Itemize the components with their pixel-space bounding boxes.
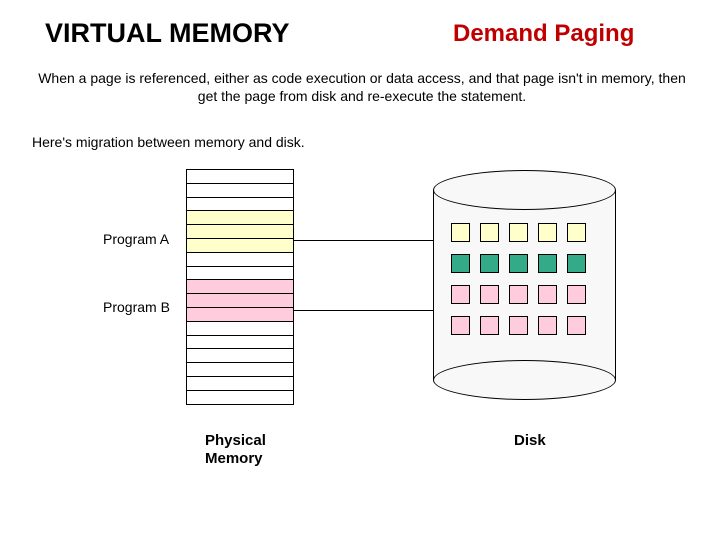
memory-row bbox=[187, 377, 293, 391]
disk-page-cell bbox=[480, 316, 499, 335]
disk-page-row bbox=[451, 223, 601, 242]
memory-row bbox=[187, 198, 293, 212]
disk-page-cell bbox=[451, 223, 470, 242]
disk-label: Disk bbox=[514, 432, 546, 449]
disk-page-cell bbox=[451, 316, 470, 335]
physical-memory-diagram bbox=[186, 169, 294, 405]
disk-page-cell bbox=[538, 254, 557, 273]
memory-row bbox=[187, 391, 293, 405]
disk-page-cell bbox=[567, 285, 586, 304]
disk-page-cell bbox=[480, 285, 499, 304]
disk-page-cell bbox=[480, 223, 499, 242]
disk-page-cell bbox=[567, 223, 586, 242]
program-a-label: Program A bbox=[103, 231, 169, 247]
memory-row bbox=[187, 294, 293, 308]
memory-row bbox=[187, 349, 293, 363]
memory-row bbox=[187, 253, 293, 267]
disk-page-cell bbox=[509, 316, 528, 335]
memory-row bbox=[187, 308, 293, 322]
memory-row bbox=[187, 322, 293, 336]
disk-page-cell bbox=[509, 223, 528, 242]
program-b-label: Program B bbox=[103, 299, 170, 315]
memory-row bbox=[187, 336, 293, 350]
memory-row bbox=[187, 170, 293, 184]
disk-page-row bbox=[451, 254, 601, 273]
disk-page-cell bbox=[451, 254, 470, 273]
memory-row bbox=[187, 280, 293, 294]
connector-line bbox=[294, 310, 433, 311]
disk-cylinder-top bbox=[433, 170, 616, 210]
disk-page-cell bbox=[567, 316, 586, 335]
memory-row bbox=[187, 184, 293, 198]
memory-row bbox=[187, 211, 293, 225]
physical-memory-label: PhysicalMemory bbox=[205, 432, 266, 468]
page-subtitle: Demand Paging bbox=[453, 20, 634, 48]
disk-page-cell bbox=[567, 254, 586, 273]
disk-page-cell bbox=[538, 316, 557, 335]
caption-text: Here's migration between memory and disk… bbox=[32, 134, 305, 150]
memory-row bbox=[187, 363, 293, 377]
disk-page-row bbox=[451, 316, 601, 335]
disk-page-row bbox=[451, 285, 601, 304]
disk-cylinder-bottom bbox=[433, 360, 616, 400]
memory-row bbox=[187, 225, 293, 239]
disk-page-grid bbox=[451, 223, 601, 347]
disk-page-cell bbox=[509, 285, 528, 304]
disk-page-cell bbox=[538, 285, 557, 304]
memory-row bbox=[187, 267, 293, 281]
disk-page-cell bbox=[480, 254, 499, 273]
disk-page-cell bbox=[509, 254, 528, 273]
connector-line bbox=[294, 240, 433, 241]
disk-page-cell bbox=[451, 285, 470, 304]
page-title: VIRTUAL MEMORY bbox=[45, 18, 290, 49]
disk-page-cell bbox=[538, 223, 557, 242]
description-text: When a page is referenced, either as cod… bbox=[32, 70, 692, 105]
memory-row bbox=[187, 239, 293, 253]
